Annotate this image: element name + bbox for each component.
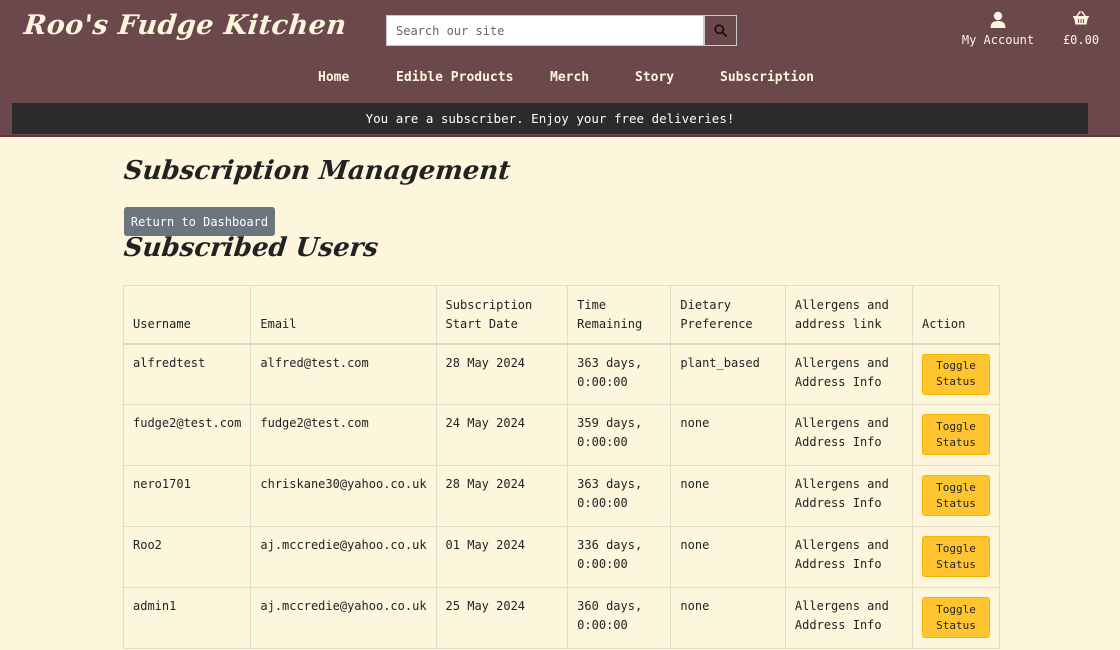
cell-dietary-preference: none	[670, 587, 786, 649]
cell-action: Toggle Status	[912, 343, 1000, 405]
page-title: Subscription Management	[122, 156, 512, 186]
cell-time-remaining: 360 days, 0:00:00	[567, 587, 672, 649]
cell-dietary-preference: none	[670, 526, 786, 588]
cell-action: Toggle Status	[912, 587, 1000, 649]
table-row: nero1701 chriskane30@yahoo.co.uk 28 May …	[122, 465, 1000, 527]
cell-email: alfred@test.com	[250, 343, 437, 405]
cell-email: aj.mccredie@yahoo.co.uk	[250, 526, 437, 588]
nav-item-edible-products[interactable]: Edible Products	[396, 70, 513, 85]
cell-dietary-preference: none	[670, 404, 786, 466]
column-header: Email	[250, 285, 437, 345]
cell-time-remaining: 336 days, 0:00:00	[567, 526, 672, 588]
nav-item-subscription[interactable]: Subscription	[720, 70, 814, 85]
basket-icon	[1058, 11, 1104, 29]
cell-time-remaining: 363 days, 0:00:00	[567, 465, 672, 527]
cell-email: chriskane30@yahoo.co.uk	[250, 465, 437, 527]
allergens-address-link[interactable]: Allergens and Address Info	[784, 404, 914, 466]
table-header-row: Username Email Subscription Start Date T…	[122, 285, 1000, 345]
user-icon	[958, 11, 1038, 29]
column-header: Time Remaining	[567, 285, 672, 345]
cell-start-date: 28 May 2024	[435, 343, 569, 405]
toggle-status-button[interactable]: Toggle Status	[922, 353, 990, 395]
cell-action: Toggle Status	[912, 465, 1000, 527]
cell-username: alfredtest	[122, 343, 252, 405]
cell-email: fudge2@test.com	[250, 404, 437, 466]
subscribed-users-table: Username Email Subscription Start Date T…	[122, 285, 1000, 649]
toggle-status-button[interactable]: Toggle Status	[922, 475, 990, 516]
allergens-address-link[interactable]: Allergens and Address Info	[784, 465, 914, 527]
nav-item-merch[interactable]: Merch	[550, 70, 589, 85]
search-input[interactable]	[386, 15, 704, 46]
cell-time-remaining: 363 days, 0:00:00	[567, 343, 672, 405]
nav-item-home[interactable]: Home	[318, 70, 349, 85]
my-account-label: My Account	[961, 33, 1035, 47]
cell-action: Toggle Status	[912, 404, 1000, 466]
cell-start-date: 25 May 2024	[435, 587, 569, 649]
return-to-dashboard-button[interactable]: Return to Dashboard	[124, 207, 275, 236]
allergens-address-link[interactable]: Allergens and Address Info	[784, 343, 914, 405]
cell-username: fudge2@test.com	[122, 404, 252, 466]
search-icon	[714, 24, 727, 37]
allergens-address-link[interactable]: Allergens and Address Info	[784, 526, 914, 588]
cell-username: nero1701	[122, 465, 252, 527]
search-button[interactable]	[704, 15, 737, 46]
cart-total: £0.00	[1062, 33, 1100, 47]
cell-username: admin1	[122, 587, 252, 649]
cell-email: aj.mccredie@yahoo.co.uk	[250, 587, 437, 649]
table-row: alfredtest alfred@test.com 28 May 2024 3…	[122, 343, 1000, 405]
toggle-status-button[interactable]: Toggle Status	[922, 414, 990, 455]
column-header: Username	[122, 285, 252, 345]
brand-logo[interactable]: Roo's Fudge Kitchen	[22, 10, 348, 41]
cart-link[interactable]: £0.00	[1058, 11, 1104, 47]
column-header: Allergens and address link	[784, 285, 914, 345]
main-nav: Home Edible Products Merch Story Subscri…	[0, 70, 1120, 88]
nav-item-story[interactable]: Story	[635, 70, 674, 85]
table-row: Roo2 aj.mccredie@yahoo.co.uk 01 May 2024…	[122, 526, 1000, 588]
cell-dietary-preference: none	[670, 465, 786, 527]
search-form	[386, 15, 737, 46]
cell-time-remaining: 359 days, 0:00:00	[567, 404, 672, 466]
cell-start-date: 01 May 2024	[435, 526, 569, 588]
cell-start-date: 28 May 2024	[435, 465, 569, 527]
table-row: admin1 aj.mccredie@yahoo.co.uk 25 May 20…	[122, 587, 1000, 649]
my-account-link[interactable]: My Account	[958, 11, 1038, 47]
toggle-status-button[interactable]: Toggle Status	[922, 536, 990, 577]
cell-username: Roo2	[122, 526, 252, 588]
table-body: alfredtest alfred@test.com 28 May 2024 3…	[122, 343, 1000, 649]
toggle-status-button[interactable]: Toggle Status	[922, 597, 990, 638]
subscriber-banner: You are a subscriber. Enjoy your free de…	[12, 103, 1088, 134]
cell-dietary-preference: plant_based	[670, 343, 786, 405]
column-header: Dietary Preference	[670, 285, 786, 345]
column-header: Subscription Start Date	[435, 285, 569, 345]
section-title: Subscribed Users	[122, 233, 380, 263]
cell-action: Toggle Status	[912, 526, 1000, 588]
table-row: fudge2@test.com fudge2@test.com 24 May 2…	[122, 404, 1000, 466]
cell-start-date: 24 May 2024	[435, 404, 569, 466]
site-header: Roo's Fudge Kitchen My Account	[0, 0, 1120, 137]
column-header: Action	[912, 285, 1000, 345]
allergens-address-link[interactable]: Allergens and Address Info	[784, 587, 914, 649]
